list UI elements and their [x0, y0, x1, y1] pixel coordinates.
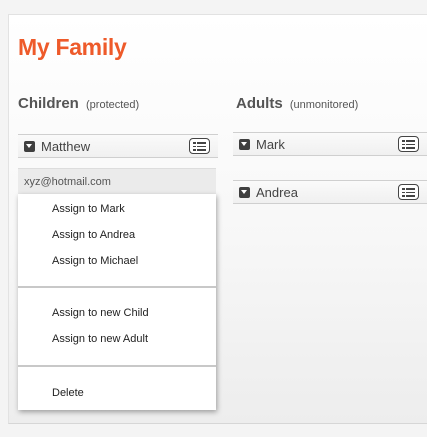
adult-name: Andrea	[256, 184, 298, 200]
menu-item-assign-mark[interactable]: Assign to Mark	[52, 203, 125, 215]
menu-item-assign-new-adult[interactable]: Assign to new Adult	[52, 333, 148, 345]
adult-row-mark[interactable]: Mark	[233, 132, 427, 156]
adults-heading-note: (unmonitored)	[289, 99, 359, 111]
menu-item-assign-andrea[interactable]: Assign to Andrea	[52, 229, 135, 241]
menu-item-assign-michael[interactable]: Assign to Michael	[52, 255, 138, 267]
children-heading-note: (protected)	[86, 99, 140, 111]
children-column-heading: Children (protected)	[18, 95, 139, 112]
menu-item-assign-new-child[interactable]: Assign to new Child	[52, 307, 149, 319]
menu-divider	[18, 365, 216, 367]
children-heading-label: Children	[18, 95, 79, 112]
collapse-toggle-icon[interactable]	[239, 138, 250, 150]
contact-card-icon[interactable]	[189, 138, 210, 154]
menu-item-delete[interactable]: Delete	[52, 387, 84, 399]
page-title: My Family	[18, 34, 127, 60]
adult-row-andrea[interactable]: Andrea	[233, 180, 427, 204]
collapse-toggle-icon[interactable]	[24, 140, 35, 152]
contact-card-icon[interactable]	[398, 136, 419, 152]
assign-context-menu: Assign to Mark Assign to Andrea Assign t…	[18, 194, 216, 410]
collapse-toggle-icon[interactable]	[239, 186, 250, 198]
adult-name: Mark	[256, 136, 285, 152]
device-email-row[interactable]: xyz@hotmail.com	[18, 168, 216, 194]
adults-column-heading: Adults (unmonitored)	[236, 95, 358, 112]
child-row-matthew[interactable]: Matthew	[18, 134, 218, 158]
adults-heading-label: Adults	[236, 95, 283, 112]
menu-divider	[18, 286, 216, 288]
child-name: Matthew	[41, 138, 91, 154]
contact-card-icon[interactable]	[398, 184, 419, 200]
